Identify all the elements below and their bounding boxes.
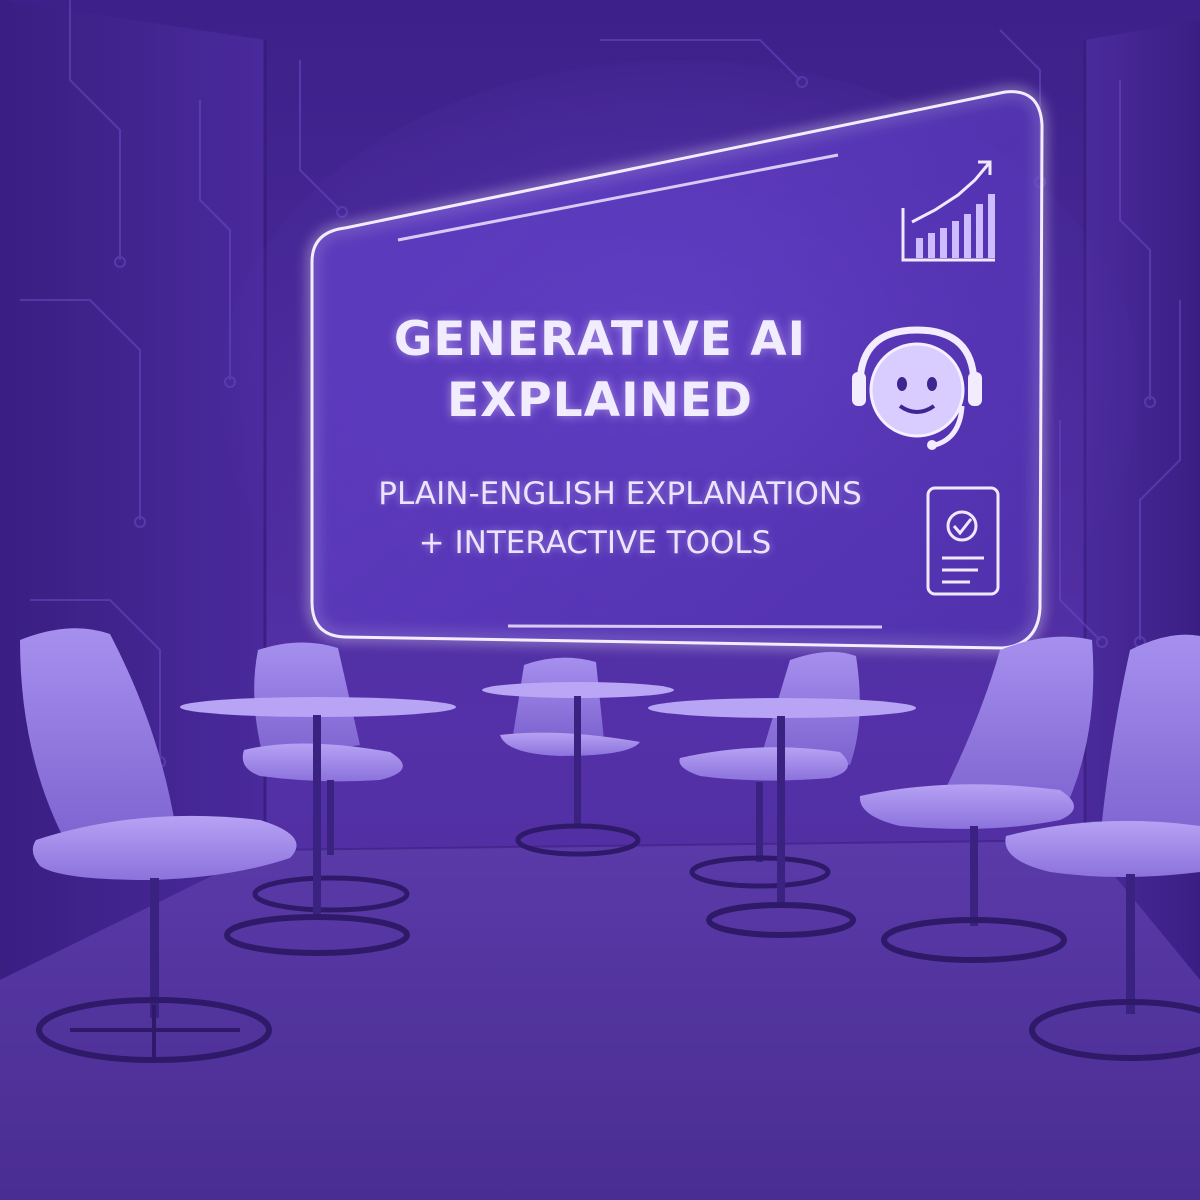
lounge-scene bbox=[0, 0, 1200, 1200]
floor bbox=[0, 840, 1200, 1200]
subtitle-line-1: PLAIN-ENGLISH EXPLANATIONS bbox=[378, 476, 862, 512]
title-line-2: EXPLAINED bbox=[446, 373, 754, 428]
subtitle-line-2: + INTERACTIVE TOOLS bbox=[418, 525, 772, 561]
title-line-1: GENERATIVE AI bbox=[393, 312, 807, 367]
